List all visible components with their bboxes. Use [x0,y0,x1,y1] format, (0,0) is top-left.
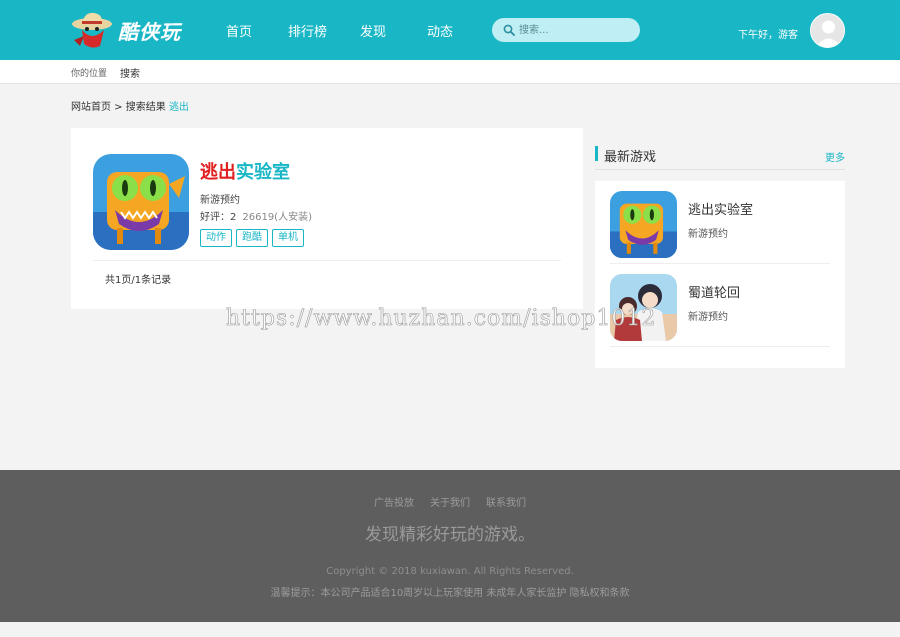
monster-game-art-icon [93,154,189,250]
footer-link-ads[interactable]: 广告投放 [374,498,414,509]
game-installs: 26619(人安装) [242,212,312,223]
latest-games-list: 逃出实验室 新游预约 蜀道轮回 新游预约 [595,181,845,368]
more-link[interactable]: 更多 [825,149,845,164]
game-title-rest: 实验室 [236,162,290,183]
site-footer: 广告投放 关于我们 联系我们 发现精彩好玩的游戏。 Copyright © 2018… [0,470,900,622]
user-greeting: 下午好，游客 [738,30,798,41]
game-rating-label: 好评：2 [200,212,237,223]
search-input[interactable] [519,21,631,39]
nav-discover[interactable]: 发现 [360,21,386,40]
section-accent-bar [595,146,598,161]
monster-game-art-icon [610,191,677,258]
location-bar: 你的位置 搜索 [0,60,900,84]
search-results-panel: 逃出实验室 新游预约 好评：2 26619(人安装) 动作 跑酷 单机 共1页/1条记… [71,128,583,309]
results-divider [93,260,561,261]
breadcrumb-keyword: 逃出 [168,102,189,113]
breadcrumb: 网站首页 > 搜索结果 逃出 [71,98,189,113]
site-logo[interactable]: 酷侠玩 [70,10,190,52]
nav-ranking[interactable]: 排行榜 [288,21,327,40]
game-thumb-escape-lab [610,191,677,258]
footer-link-about[interactable]: 关于我们 [430,498,470,509]
cowboy-hat-logo-icon [72,12,112,48]
nav-news[interactable]: 动态 [427,21,453,40]
pagination-info: 共1页/1条记录 [105,275,172,286]
game-name: 逃出实验室 [688,203,754,218]
footer-copyright: Copyright © 2018 kuxiawan. All Rights Re… [326,566,574,577]
footer-link-contact[interactable]: 联系我们 [486,498,526,509]
game-icon-escape-lab[interactable] [93,154,189,250]
latest-games-title: 最新游戏 [604,150,657,165]
default-avatar-icon [811,14,844,47]
footer-notice: 温馨提示：本公司产品适合10周岁以上玩家使用 未成年人家长监护 隐私权和条款 [270,588,630,599]
location-label: 你的位置 [71,69,108,79]
user-avatar[interactable] [810,13,845,48]
game-status: 新游预约 [688,312,728,323]
game-rating: 好评：2 26619(人安装) [200,208,312,223]
search-box [492,18,640,42]
game-title[interactable]: 逃出实验室 [200,158,290,184]
list-item[interactable]: 逃出实验室 新游预约 [610,181,830,264]
game-name: 蜀道轮回 [688,286,741,301]
game-tags: 动作 跑酷 单机 [200,229,308,247]
breadcrumb-home-link[interactable]: 网站首页 [71,102,111,113]
top-header: 酷侠玩 首页 排行榜 发现 动态 下午好，游客 [0,0,900,60]
game-status: 新游预约 [688,229,728,240]
location-value: 搜索 [120,69,140,80]
footer-slogan: 发现精彩好玩的游戏。 [365,525,535,545]
breadcrumb-section: 搜索结果 [125,102,166,113]
tag-action[interactable]: 动作 [200,229,232,247]
bottom-strip [0,622,900,637]
breadcrumb-separator: > [111,102,126,113]
search-icon[interactable] [503,24,515,36]
footer-links: 广告投放 关于我们 联系我们 [0,494,900,509]
game-status: 新游预约 [200,195,240,206]
logo-text: 酷侠玩 [118,20,181,44]
watermark-url: https://www.huzhan.com/ishop1012 [226,306,657,332]
tag-parkour[interactable]: 跑酷 [236,229,268,247]
latest-games-header: 最新游戏 更多 [595,144,845,170]
tag-single-player[interactable]: 单机 [272,229,304,247]
game-title-highlight: 逃出 [200,162,236,183]
nav-home[interactable]: 首页 [226,21,252,40]
